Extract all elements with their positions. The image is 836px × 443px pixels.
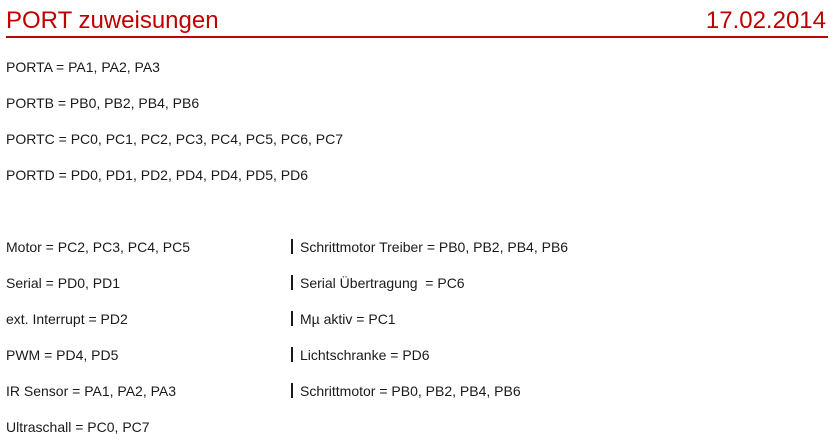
assignment-serial: Serial = PD0, PD1 [6,275,120,291]
assignment-serial-uebertragung: Serial Übertragung = PC6 [291,274,465,292]
port-line-c: PORTC = PC0, PC1, PC2, PC3, PC4, PC5, PC… [6,131,344,147]
column-divider [291,239,293,254]
assignment-mu-aktiv: Mµ aktiv = PC1 [291,310,396,328]
assignment-schrittmotor-treiber: Schrittmotor Treiber = PB0, PB2, PB4, PB… [291,238,568,256]
assignment-schrittmotor: Schrittmotor = PB0, PB2, PB4, PB6 [291,382,521,400]
document-title: PORT zuweisungen [6,7,219,34]
assignment-text: Lichtschranke = PD6 [300,347,430,363]
assignment-text: Mµ aktiv = PC1 [300,311,396,327]
assignment-motor: Motor = PC2, PC3, PC4, PC5 [6,239,191,255]
port-line-d: PORTD = PD0, PD1, PD2, PD4, PD4, PD5, PD… [6,167,309,183]
column-divider [291,275,293,290]
assignment-lichtschranke: Lichtschranke = PD6 [291,346,430,364]
column-divider [291,347,293,362]
assignment-pwm: PWM = PD4, PD5 [6,347,119,363]
port-line-a: PORTA = PA1, PA2, PA3 [6,59,160,75]
port-line-b: PORTB = PB0, PB2, PB4, PB6 [6,95,200,111]
document-date: 17.02.2014 [705,7,826,34]
assignment-ultraschall: Ultraschall = PC0, PC7 [6,419,150,435]
column-divider [291,311,293,326]
assignment-ext-interrupt: ext. Interrupt = PD2 [6,311,128,327]
assignment-text: Serial Übertragung = PC6 [300,275,465,291]
assignment-ir-sensor: IR Sensor = PA1, PA2, PA3 [6,383,177,399]
assignment-text: Schrittmotor = PB0, PB2, PB4, PB6 [300,383,521,399]
assignment-text: Schrittmotor Treiber = PB0, PB2, PB4, PB… [300,239,569,255]
column-divider [291,383,293,398]
document-header: PORT zuweisungen 17.02.2014 [6,6,828,38]
